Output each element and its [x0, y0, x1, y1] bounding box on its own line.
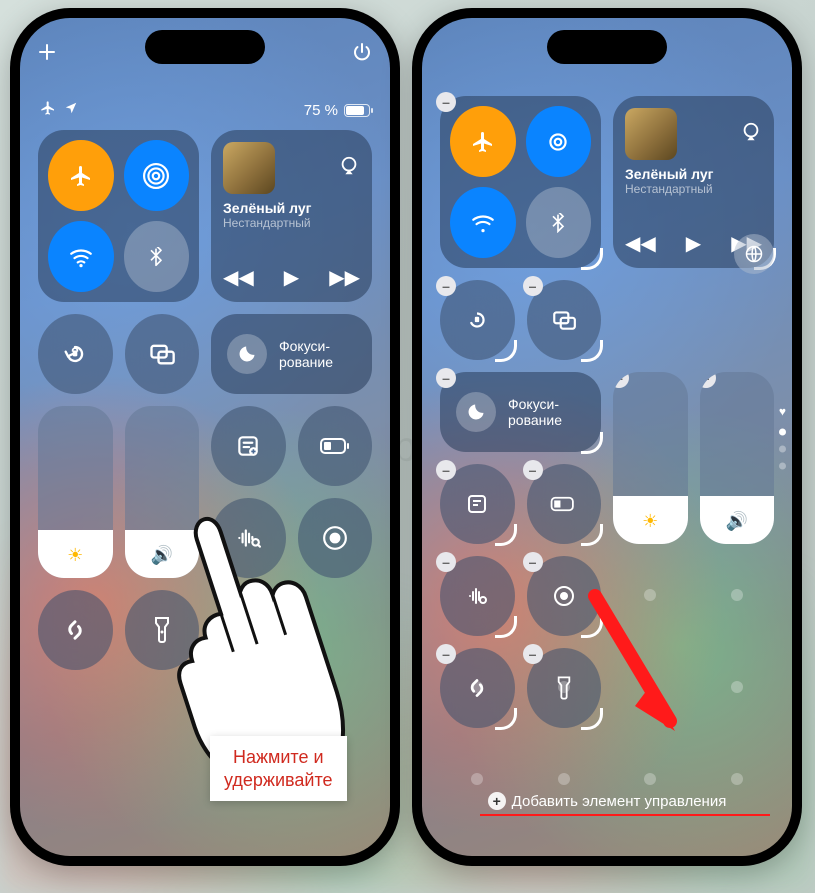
add-control-button[interactable]: + Добавить элемент управления — [422, 792, 792, 810]
resize-handle[interactable] — [581, 340, 603, 362]
sound-recognition-button[interactable] — [211, 498, 286, 578]
phone-frame-right: – Зелёный луг Нестандартный — [412, 8, 802, 866]
forward-button[interactable]: ▶▶ — [329, 265, 360, 290]
brightness-slider[interactable]: ☀ — [38, 406, 113, 578]
dynamic-island — [547, 30, 667, 64]
plus-icon: + — [488, 792, 506, 810]
airdrop-toggle[interactable] — [526, 106, 592, 177]
screen-mirror-button[interactable] — [125, 314, 200, 394]
remove-badge[interactable]: – — [700, 372, 716, 388]
rotation-lock-button[interactable] — [38, 314, 113, 394]
airplay-icon[interactable] — [740, 121, 762, 148]
battery-icon — [344, 104, 370, 117]
power-icon[interactable] — [352, 42, 372, 68]
add-control-icon[interactable] — [38, 43, 56, 67]
remove-badge[interactable]: – — [613, 372, 629, 388]
focus-label-1: Фокуси- — [279, 338, 330, 354]
resize-handle[interactable] — [581, 432, 603, 454]
remove-badge[interactable]: – — [523, 276, 543, 296]
volume-icon: 🔊 — [151, 545, 173, 566]
airplay-icon[interactable] — [338, 155, 360, 182]
resize-handle[interactable] — [581, 248, 603, 270]
volume-slider[interactable]: 🔊 — [125, 406, 200, 578]
annotation-underline — [480, 814, 770, 816]
screen-record-button[interactable] — [298, 498, 373, 578]
rewind-button[interactable]: ◀◀ — [223, 265, 254, 290]
media-title: Зелёный луг — [625, 166, 762, 182]
focus-module[interactable]: Фокуси-рование — [211, 314, 372, 394]
media-subtitle: Нестандартный — [223, 216, 360, 230]
favorite-page-icon: ♥ — [779, 405, 786, 419]
focus-label-1: Фокуси- — [508, 396, 559, 412]
airplane-status-icon — [40, 100, 56, 120]
screen-mirror-button[interactable]: – — [527, 280, 602, 360]
focus-label-2: рование — [279, 354, 333, 370]
wifi-toggle[interactable] — [450, 187, 516, 258]
battery-percent: 75 % — [304, 102, 338, 119]
flashlight-button[interactable] — [125, 590, 200, 670]
airplane-toggle[interactable] — [48, 140, 114, 211]
remove-badge[interactable]: – — [436, 276, 456, 296]
rewind-button[interactable]: ◀◀ — [625, 231, 656, 256]
media-subtitle: Нестандартный — [625, 182, 762, 196]
focus-label-2: рование — [508, 412, 562, 428]
play-button[interactable]: ▶ — [284, 265, 299, 290]
airplane-toggle[interactable] — [450, 106, 516, 177]
connectivity-module[interactable] — [38, 130, 199, 302]
page-indicator[interactable]: ♥ — [779, 405, 786, 470]
rotation-lock-button[interactable]: – — [440, 280, 515, 360]
low-power-button[interactable] — [298, 406, 373, 486]
connectivity-module-edit[interactable]: – — [440, 96, 601, 268]
press-hold-annotation: Нажмите и удерживайте — [210, 736, 347, 801]
status-bar: 75 % — [40, 100, 370, 120]
add-control-label: Добавить элемент управления — [512, 793, 727, 810]
focus-module-edit[interactable]: – Фокуси-рование — [440, 372, 601, 452]
brightness-icon: ☀ — [67, 545, 83, 566]
remove-badge[interactable]: – — [436, 92, 456, 112]
quick-note-button[interactable] — [211, 406, 286, 486]
bluetooth-toggle[interactable] — [124, 221, 190, 292]
shazam-button[interactable] — [38, 590, 113, 670]
airdrop-toggle[interactable] — [124, 140, 190, 211]
play-button[interactable]: ▶ — [686, 231, 701, 256]
moon-icon — [227, 334, 267, 374]
album-art — [625, 108, 677, 160]
album-art — [223, 142, 275, 194]
media-module[interactable]: Зелёный луг Нестандартный ◀◀ ▶ ▶▶ — [211, 130, 372, 302]
resize-handle[interactable] — [495, 340, 517, 362]
wifi-toggle[interactable] — [48, 221, 114, 292]
dynamic-island — [145, 30, 265, 64]
moon-icon — [456, 392, 496, 432]
location-status-icon — [64, 101, 78, 119]
empty-slot-grid — [440, 463, 774, 819]
remove-badge[interactable]: – — [436, 368, 456, 388]
media-title: Зелёный луг — [223, 200, 360, 216]
globe-button[interactable] — [734, 234, 774, 274]
